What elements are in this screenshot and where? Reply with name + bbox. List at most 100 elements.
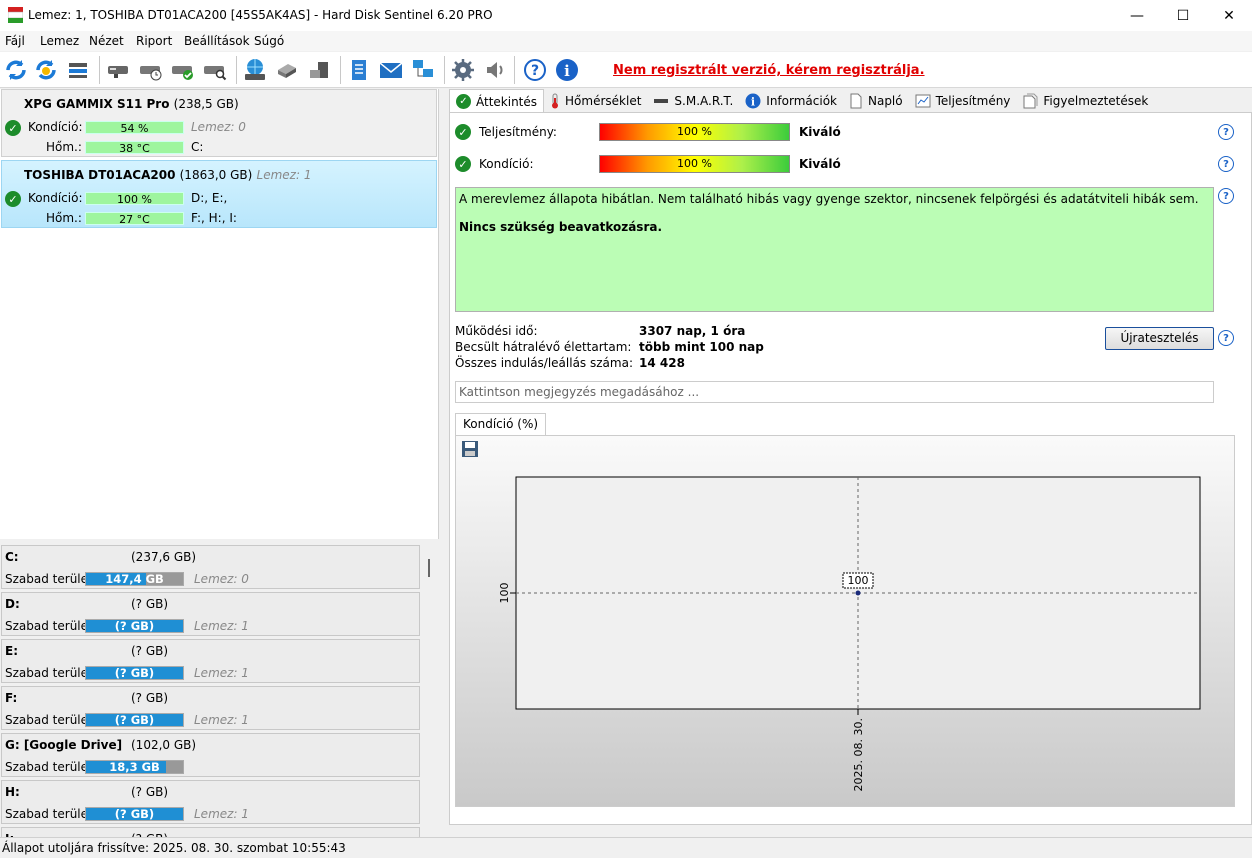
info-icon: i	[745, 93, 761, 108]
volume-disk-label: Lemez: 1	[194, 807, 249, 821]
minimize-button[interactable]: —	[1114, 0, 1160, 31]
refresh-all-icon[interactable]	[32, 56, 60, 84]
starts-value: 14 428	[639, 356, 685, 370]
maximize-icon: ☐	[1176, 7, 1190, 24]
maximize-button[interactable]: ☐	[1160, 0, 1206, 31]
help-icon[interactable]: ?	[1218, 124, 1234, 140]
settings-icon[interactable]	[449, 56, 477, 84]
volume-size: (? GB)	[131, 644, 169, 658]
tab-label: Áttekintés	[476, 94, 538, 109]
status-action: Nincs szükség beavatkozásra.	[459, 220, 663, 234]
volume-item[interactable]: C: (237,6 GB) Szabad terület 147,4 GB Lemez:…	[1, 545, 420, 589]
performance-icon	[915, 94, 931, 107]
uptime-label: Működési idő:	[455, 324, 538, 338]
condition-chart: 100 100 2025. 08. 30.	[462, 441, 1201, 791]
disk-name: TOSHIBA DT01ACA200 (1863,0 GB) Lemez: 1	[24, 168, 312, 182]
details-pane: ✓ Áttekintés Hőmérséklet S.M.A.R.T. i In…	[441, 89, 1252, 837]
menu-settings[interactable]: Beállítások	[184, 34, 250, 48]
volume-disk-label: Lemez: 1	[194, 619, 249, 633]
disk-item-toshiba[interactable]: TOSHIBA DT01ACA200 (1863,0 GB) Lemez: 1 …	[1, 160, 437, 228]
tab-performance[interactable]: Teljesítmény	[909, 89, 1017, 112]
free-space-label: Szabad terület	[5, 760, 93, 774]
close-button[interactable]: ✕	[1206, 0, 1252, 31]
tab-label: Figyelmeztetések	[1043, 93, 1149, 108]
disk-search-icon[interactable]	[201, 56, 229, 84]
status-bar: Állapot utoljára frissítve: 2025. 08. 30…	[0, 837, 1252, 858]
help-icon[interactable]: ?	[521, 56, 549, 84]
volume-scrollbar[interactable]	[421, 541, 438, 837]
volume-size: (237,6 GB)	[131, 550, 197, 564]
tab-temperature[interactable]: Hőmérséklet	[544, 89, 647, 112]
tab-label: Információk	[766, 93, 837, 108]
disk-list: XPG GAMMIX S11 Pro (238,5 GB) ✓ Kondíció…	[0, 89, 439, 539]
help-icon[interactable]: ?	[1218, 330, 1234, 346]
tab-alerts[interactable]: Figyelmeztetések	[1016, 89, 1154, 112]
disk-ok-icon[interactable]	[169, 56, 197, 84]
menu-help[interactable]: Súgó	[254, 34, 284, 48]
menu-disk[interactable]: Lemez	[40, 34, 79, 48]
disk-schedule-icon[interactable]	[137, 56, 165, 84]
status-message-box: A merevlemez állapota hibátlan. Nem talá…	[455, 187, 1214, 312]
menu-file[interactable]: Fájl	[5, 34, 25, 48]
free-space-bar: (? GB)	[85, 807, 184, 821]
tab-overview[interactable]: ✓ Áttekintés	[449, 89, 545, 113]
temp-label: Hőm.:	[46, 211, 82, 225]
help-icon[interactable]: ?	[1218, 156, 1234, 172]
x-tick-label: 2025. 08. 30.	[852, 718, 865, 791]
network-icon[interactable]	[409, 56, 437, 84]
svg-text:i: i	[564, 62, 570, 80]
usb-disk-icon[interactable]	[273, 56, 301, 84]
free-space-bar: 147,4 GB	[85, 572, 184, 586]
menu-report[interactable]: Riport	[136, 34, 172, 48]
volume-item[interactable]: F: (? GB) Szabad terület (? GB) Lemez: 1	[1, 686, 420, 730]
lifetime-value: több mint 100 nap	[639, 340, 764, 354]
tab-label: Napló	[867, 93, 903, 108]
report-icon[interactable]	[345, 56, 373, 84]
retest-button[interactable]: Újratesztelés	[1105, 327, 1214, 350]
free-space-label: Szabad terület	[5, 619, 93, 633]
network-disk-icon[interactable]	[241, 56, 269, 84]
scrollbar-thumb[interactable]	[428, 559, 430, 577]
disk-stack-icon[interactable]	[64, 56, 92, 84]
menu-view[interactable]: Nézet	[89, 34, 124, 48]
starts-label: Összes indulás/leállás száma:	[455, 356, 633, 370]
chart-tab-condition[interactable]: Kondíció (%)	[455, 413, 547, 435]
log-icon	[850, 93, 862, 108]
data-point	[855, 590, 861, 596]
tab-information[interactable]: i Információk	[739, 89, 843, 112]
registration-warning-link[interactable]: Nem regisztrált verzió, kérem regisztrál…	[613, 63, 925, 78]
volume-item[interactable]: E: (? GB) Szabad terület (? GB) Lemez: 1	[1, 639, 420, 683]
volume-item[interactable]: I:(? GB)	[1, 827, 420, 837]
performance-rating: Kiváló	[799, 125, 841, 139]
window-title: Lemez: 1, TOSHIBA DT01ACA200 [45S5AK4AS]…	[28, 8, 493, 22]
volume-item[interactable]: H: (? GB) Szabad terület (? GB) Lemez: 1	[1, 780, 420, 824]
volume-item[interactable]: G: [Google Drive] (102,0 GB) Szabad terüle…	[1, 733, 420, 777]
free-space-label: Szabad terület	[5, 666, 93, 680]
condition-label: Kondíció:	[479, 157, 534, 171]
performance-label: Teljesítmény:	[479, 125, 557, 139]
help-icon[interactable]: ?	[1218, 188, 1234, 204]
smart-icon	[654, 98, 669, 103]
free-space-label: Szabad terület	[5, 807, 93, 821]
tab-log[interactable]: Napló	[843, 89, 909, 112]
disk-name: XPG GAMMIX S11 Pro (238,5 GB)	[24, 97, 239, 111]
disk-item-xpg[interactable]: XPG GAMMIX S11 Pro (238,5 GB) ✓ Kondíció…	[1, 89, 437, 157]
condition-label: Kondíció:	[28, 191, 83, 205]
refresh-icon[interactable]	[2, 56, 30, 84]
disk-info-icon[interactable]	[105, 56, 133, 84]
external-disk-icon[interactable]	[305, 56, 333, 84]
info-icon[interactable]: i	[553, 56, 581, 84]
tab-smart[interactable]: S.M.A.R.T.	[647, 89, 739, 112]
volume-letter: E:	[5, 644, 18, 658]
volume-item[interactable]: D: (? GB) Szabad terület (? GB) Lemez: 1	[1, 592, 420, 636]
note-input[interactable]: Kattintson megjegyzés megadásához ...	[455, 381, 1214, 403]
check-icon: ✓	[456, 94, 471, 109]
performance-ok-icon: ✓	[455, 124, 471, 140]
free-space-bar: 18,3 GB	[85, 760, 184, 774]
svg-text:i: i	[751, 95, 755, 108]
save-chart-icon[interactable]	[462, 441, 478, 457]
email-icon[interactable]	[377, 56, 405, 84]
temp-bar: 38 °C	[85, 141, 184, 155]
sound-icon[interactable]	[481, 56, 509, 84]
status-message: A merevlemez állapota hibátlan. Nem talá…	[459, 192, 1199, 206]
